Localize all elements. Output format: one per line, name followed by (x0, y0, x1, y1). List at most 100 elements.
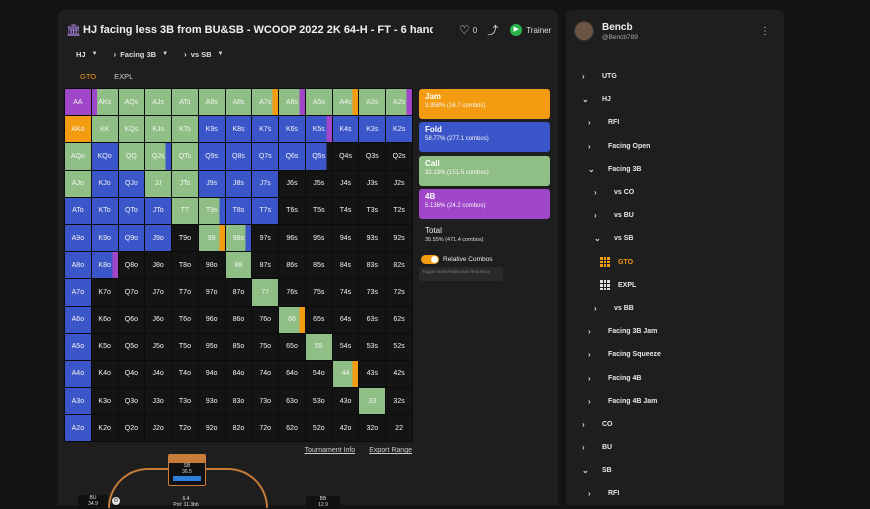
situation-dropdown[interactable]: › Facing 3B ▼ (114, 50, 168, 59)
hand-cell[interactable]: J9o (145, 224, 173, 253)
hand-cell[interactable]: T5s (305, 197, 333, 225)
hand-cell[interactable]: 72s (386, 279, 413, 307)
chevron-right-icon[interactable]: › (588, 327, 598, 336)
hand-cell[interactable]: 32s (386, 388, 413, 416)
hand-cell[interactable]: 54s (332, 333, 360, 361)
chevron-right-icon[interactable]: › (582, 443, 592, 452)
tree-item-sb[interactable]: ⌄ SB (566, 459, 784, 482)
hand-cell[interactable]: T4o (172, 360, 199, 389)
hand-cell[interactable]: 94s (332, 224, 360, 253)
hand-cell[interactable]: 88 (225, 252, 253, 280)
hand-cell[interactable]: J4o (145, 360, 173, 389)
hand-cell[interactable]: Q2s (386, 143, 413, 171)
hand-cell[interactable]: 43s (359, 360, 387, 389)
hand-cell[interactable]: 52o (305, 415, 333, 443)
hand-cell[interactable]: KQo (91, 143, 119, 171)
hand-cell[interactable]: K7o (91, 279, 119, 307)
hand-cell[interactable]: K5o (91, 333, 119, 361)
tree-item-facing-squeeze[interactable]: › Facing Squeeze (566, 343, 784, 366)
hand-cell[interactable]: A3s (359, 89, 387, 117)
hand-cell[interactable]: AKs (91, 89, 119, 117)
heart-icon[interactable]: ♡ (459, 23, 470, 37)
hand-cell[interactable]: 32o (359, 415, 387, 443)
hand-cell[interactable]: 82o (225, 415, 253, 443)
hand-cell[interactable]: K6s (279, 116, 306, 144)
hand-cell[interactable]: 99 (198, 224, 226, 253)
hand-cell[interactable]: 95o (198, 333, 226, 361)
seat-sb[interactable]: SB 36.5 (168, 454, 206, 486)
hand-cell[interactable]: 63o (279, 388, 306, 416)
seat-bb[interactable]: BB 12.9 (306, 496, 340, 509)
tournament-info-link[interactable]: Tournament Info (305, 447, 356, 454)
hand-cell[interactable]: 93o (198, 388, 226, 416)
tree-item-bu[interactable]: › BU (566, 436, 784, 459)
hand-cell[interactable]: J2o (145, 415, 173, 443)
hand-cell[interactable]: A2s (386, 89, 413, 117)
hand-cell[interactable]: QJo (118, 170, 146, 198)
hand-cell[interactable]: Q4o (118, 360, 146, 389)
hand-cell[interactable]: KJo (91, 170, 119, 198)
hand-cell[interactable]: 62s (386, 306, 413, 334)
chevron-right-icon[interactable]: › (588, 118, 598, 127)
play-icon[interactable]: ▶ (510, 24, 523, 36)
hand-cell[interactable]: A2o (65, 415, 92, 443)
hand-cell[interactable]: ATs (172, 89, 199, 117)
chevron-right-icon[interactable]: › (588, 397, 598, 406)
tree-item-rfi[interactable]: › RFI (566, 482, 784, 505)
hand-cell[interactable]: K2o (91, 415, 119, 443)
export-range-link[interactable]: Export Range (369, 447, 412, 454)
tree-item-gto[interactable]: GTO (566, 251, 784, 274)
hand-cell[interactable]: 22 (386, 415, 413, 443)
hand-cell[interactable]: 74o (252, 360, 280, 389)
hand-cell[interactable]: 83s (359, 252, 387, 280)
hand-cell[interactable]: 75o (252, 333, 280, 361)
hand-cell[interactable]: 52s (386, 333, 413, 361)
hand-cell[interactable]: J5s (305, 170, 333, 198)
more-options-icon[interactable]: ⋮ (760, 26, 770, 37)
hand-cell[interactable]: 92o (198, 415, 226, 443)
hand-cell[interactable]: 93s (359, 224, 387, 253)
hand-cell[interactable]: KTs (172, 116, 199, 144)
hand-cell[interactable]: AA (65, 89, 92, 117)
hand-cell[interactable]: Q8o (118, 252, 146, 280)
tree-item-co[interactable]: › CO (566, 413, 784, 436)
hand-cell[interactable]: JTs (172, 170, 199, 198)
tree-item-expl[interactable]: EXPL (566, 274, 784, 297)
hand-cell[interactable]: 96o (198, 306, 226, 334)
hand-cell[interactable]: 62o (279, 415, 306, 443)
hand-cell[interactable]: T6s (279, 197, 306, 225)
hand-cell[interactable]: T3o (172, 388, 199, 416)
hand-cell[interactable]: A9o (65, 224, 92, 253)
hand-cell[interactable]: 66 (279, 306, 306, 334)
tree-item-rfi[interactable]: › RFI (566, 111, 784, 134)
hand-cell[interactable]: A6s (279, 89, 306, 117)
chevron-right-icon[interactable]: › (594, 304, 604, 313)
hand-cell[interactable]: T9s (198, 197, 226, 225)
hand-cell[interactable]: AKo (65, 116, 92, 144)
hand-cell[interactable]: K8o (91, 252, 119, 280)
hand-cell[interactable]: J3s (359, 170, 387, 198)
hand-cell[interactable]: QTo (118, 197, 146, 225)
chevron-right-icon[interactable]: › (594, 211, 604, 220)
hand-cell[interactable]: 72o (252, 415, 280, 443)
action-fold[interactable]: Fold 58.77% (277.1 combos) (419, 122, 550, 153)
chevron-right-icon[interactable]: › (588, 142, 598, 151)
hand-cell[interactable]: T8s (225, 197, 253, 225)
hand-cell[interactable]: 98s (225, 224, 253, 253)
hand-cell[interactable]: ATo (65, 197, 92, 225)
hand-cell[interactable]: T5o (172, 333, 199, 361)
hand-cell[interactable]: Q3o (118, 388, 146, 416)
tree-item-utg[interactable]: › UTG (566, 65, 784, 88)
hand-cell[interactable]: 44 (332, 360, 360, 389)
hand-cell[interactable]: 97s (252, 224, 280, 253)
hand-cell[interactable]: Q9s (198, 143, 226, 171)
hand-cell[interactable]: 94o (198, 360, 226, 389)
hand-cell[interactable]: TT (172, 197, 199, 225)
hand-cell[interactable]: J8o (145, 252, 173, 280)
chevron-right-icon[interactable]: › (582, 420, 592, 429)
hand-cell[interactable]: T4s (332, 197, 360, 225)
hand-cell[interactable]: T2o (172, 415, 199, 443)
hand-cell[interactable]: 87o (225, 279, 253, 307)
hand-cell[interactable]: KK (91, 116, 119, 144)
hand-cell[interactable]: A5s (305, 89, 333, 117)
